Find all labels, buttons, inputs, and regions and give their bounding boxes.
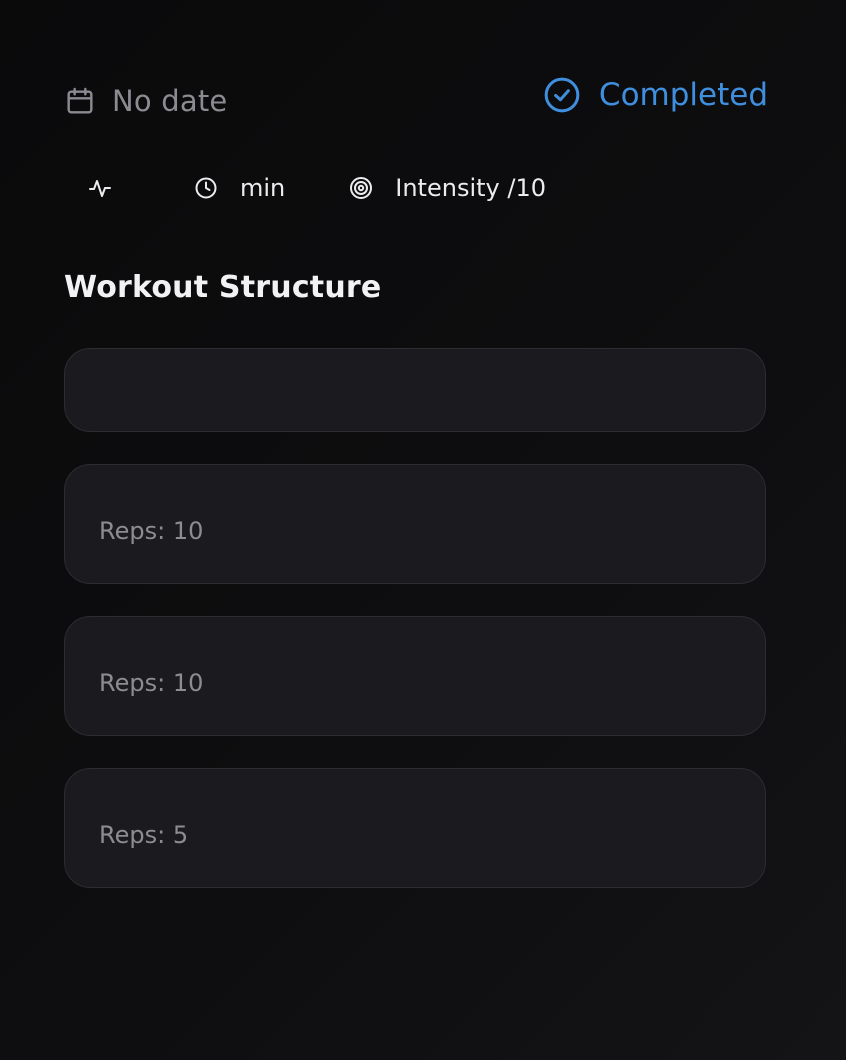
date-selector[interactable]: No date — [64, 84, 227, 118]
calendar-icon — [64, 85, 96, 117]
status-label: Completed — [598, 77, 768, 113]
metric-intensity: Intensity /10 — [349, 174, 546, 202]
completed-status-button[interactable]: Completed — [543, 76, 768, 114]
clock-icon — [194, 176, 218, 200]
step-reps: Reps: 10 — [99, 517, 204, 545]
date-label: No date — [112, 84, 228, 118]
workout-metrics: min Intensity /10 — [64, 168, 546, 208]
workout-step-card[interactable]: Reps: 10 — [64, 616, 766, 736]
target-icon — [349, 176, 373, 200]
section-title: Workout Structure — [64, 270, 382, 305]
step-reps: Reps: 5 — [99, 821, 189, 849]
duration-label: min — [240, 174, 286, 202]
workout-step-card[interactable]: Reps: 10 — [64, 464, 766, 584]
step-reps: Reps: 10 — [99, 669, 204, 697]
metric-activity — [88, 176, 134, 200]
header-row: No date Completed — [64, 76, 768, 124]
metric-duration: min — [194, 174, 285, 202]
activity-icon — [88, 176, 112, 200]
intensity-label: Intensity /10 — [395, 174, 546, 202]
workout-step-card[interactable]: Reps: 5 — [64, 768, 766, 888]
workout-step-card[interactable] — [64, 348, 766, 432]
check-circle-icon — [543, 76, 581, 114]
